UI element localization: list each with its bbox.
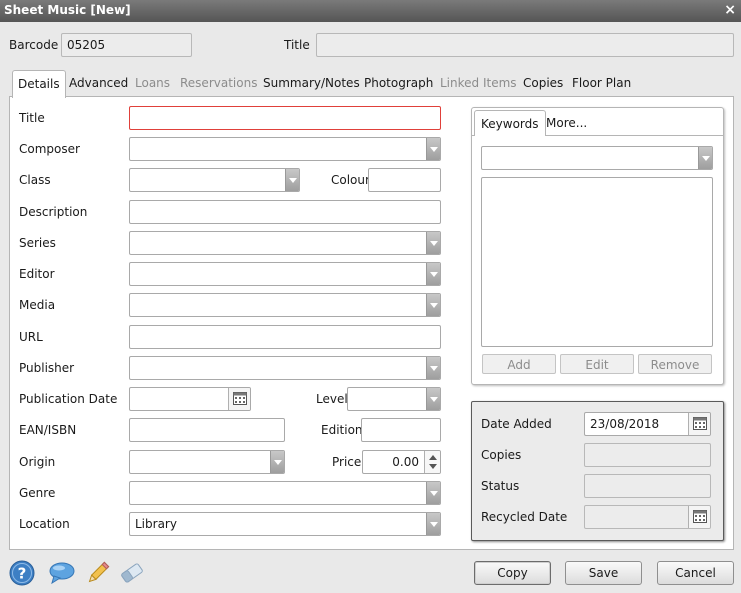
chevron-down-icon[interactable]	[426, 232, 440, 254]
copy-button[interactable]: Copy	[474, 561, 551, 585]
window-title: Sheet Music [New]	[4, 3, 131, 17]
price-value: 0.00	[392, 455, 419, 469]
help-icon[interactable]: ?	[9, 560, 35, 589]
publication-date-field[interactable]	[129, 387, 251, 411]
chevron-down-icon[interactable]	[426, 263, 440, 285]
ean-isbn-field[interactable]	[129, 418, 285, 442]
series-label: Series	[19, 236, 56, 250]
status-label: Status	[481, 479, 520, 493]
tab-floor-plan[interactable]: Floor Plan	[572, 70, 631, 96]
tab-keywords[interactable]: Keywords	[474, 110, 546, 136]
url-field[interactable]	[129, 325, 441, 349]
chevron-down-icon[interactable]	[426, 357, 440, 379]
tab-linked-items[interactable]: Linked Items	[440, 70, 517, 96]
edition-field[interactable]	[361, 418, 441, 442]
chevron-down-icon[interactable]	[426, 294, 440, 316]
comment-icon[interactable]	[48, 561, 76, 588]
class-label: Class	[19, 173, 51, 187]
tab-loans[interactable]: Loans	[135, 70, 170, 96]
colour-field[interactable]	[368, 168, 441, 192]
url-label: URL	[19, 330, 43, 344]
colour-label: Colour	[331, 173, 370, 187]
title-label: Title	[19, 111, 45, 125]
chevron-down-icon[interactable]	[426, 388, 440, 410]
editor-dropdown[interactable]	[129, 262, 441, 286]
genre-dropdown[interactable]	[129, 481, 441, 505]
tab-more[interactable]: More...	[546, 110, 587, 136]
location-label: Location	[19, 517, 70, 531]
keywords-list[interactable]	[481, 177, 713, 347]
chevron-down-icon[interactable]	[426, 513, 440, 535]
series-dropdown[interactable]	[129, 231, 441, 255]
chevron-down-icon[interactable]	[285, 169, 299, 191]
composer-label: Composer	[19, 142, 80, 156]
header-title-field[interactable]	[316, 33, 734, 57]
save-button[interactable]: Save	[565, 561, 642, 585]
calendar-icon[interactable]	[228, 388, 250, 410]
publisher-label: Publisher	[19, 361, 75, 375]
media-dropdown[interactable]	[129, 293, 441, 317]
publisher-dropdown[interactable]	[129, 356, 441, 380]
location-dropdown[interactable]: Library	[129, 512, 441, 536]
edition-label: Edition	[321, 423, 363, 437]
price-field[interactable]: 0.00	[362, 450, 441, 474]
publication-date-label: Publication Date	[19, 392, 118, 406]
media-label: Media	[19, 298, 56, 312]
location-value: Library	[135, 517, 177, 531]
level-dropdown[interactable]	[347, 387, 441, 411]
tab-copies[interactable]: Copies	[523, 70, 563, 96]
genre-label: Genre	[19, 486, 56, 500]
tab-advanced[interactable]: Advanced	[69, 70, 128, 96]
chevron-down-icon[interactable]	[270, 451, 284, 473]
description-field[interactable]	[129, 200, 441, 224]
svg-text:?: ?	[18, 565, 27, 583]
tab-photograph[interactable]: Photograph	[364, 70, 433, 96]
close-icon[interactable]: ×	[724, 2, 736, 18]
chevron-down-icon[interactable]	[698, 147, 712, 169]
date-added-value: 23/08/2018	[590, 417, 660, 431]
barcode-field[interactable]: 05205	[61, 33, 192, 57]
pencil-icon[interactable]	[85, 560, 111, 589]
description-label: Description	[19, 205, 88, 219]
add-keyword-button[interactable]: Add	[482, 354, 556, 374]
copies-label: Copies	[481, 448, 522, 462]
date-added-field[interactable]: 23/08/2018	[584, 412, 711, 436]
remove-keyword-button[interactable]: Remove	[638, 354, 712, 374]
recycled-date-field	[584, 505, 711, 529]
origin-label: Origin	[19, 455, 56, 469]
edit-keyword-button[interactable]: Edit	[560, 354, 634, 374]
composer-dropdown[interactable]	[129, 137, 441, 161]
tab-details[interactable]: Details	[12, 70, 66, 98]
date-added-label: Date Added	[481, 417, 552, 431]
recycled-date-label: Recycled Date	[481, 510, 568, 524]
price-label: Price	[332, 455, 362, 469]
chevron-down-icon[interactable]	[426, 482, 440, 504]
class-dropdown[interactable]	[129, 168, 300, 192]
origin-dropdown[interactable]	[129, 450, 285, 474]
spinner-icon[interactable]	[424, 451, 440, 473]
title-field[interactable]	[129, 106, 441, 130]
editor-label: Editor	[19, 267, 55, 281]
level-label: Level	[316, 392, 348, 406]
calendar-icon[interactable]	[688, 413, 710, 435]
status-field	[584, 474, 711, 498]
keywords-dropdown[interactable]	[481, 146, 713, 170]
header-title-label: Title	[284, 38, 310, 52]
eraser-icon[interactable]	[118, 561, 146, 588]
window-title-bar: Sheet Music [New]	[0, 0, 741, 22]
tab-reservations[interactable]: Reservations	[180, 70, 257, 96]
calendar-icon	[688, 506, 710, 528]
barcode-label: Barcode	[9, 38, 59, 52]
cancel-button[interactable]: Cancel	[657, 561, 734, 585]
copies-field	[584, 443, 711, 467]
tab-summary-notes[interactable]: Summary/Notes	[263, 70, 360, 96]
ean-isbn-label: EAN/ISBN	[19, 423, 77, 437]
chevron-down-icon[interactable]	[426, 138, 440, 160]
